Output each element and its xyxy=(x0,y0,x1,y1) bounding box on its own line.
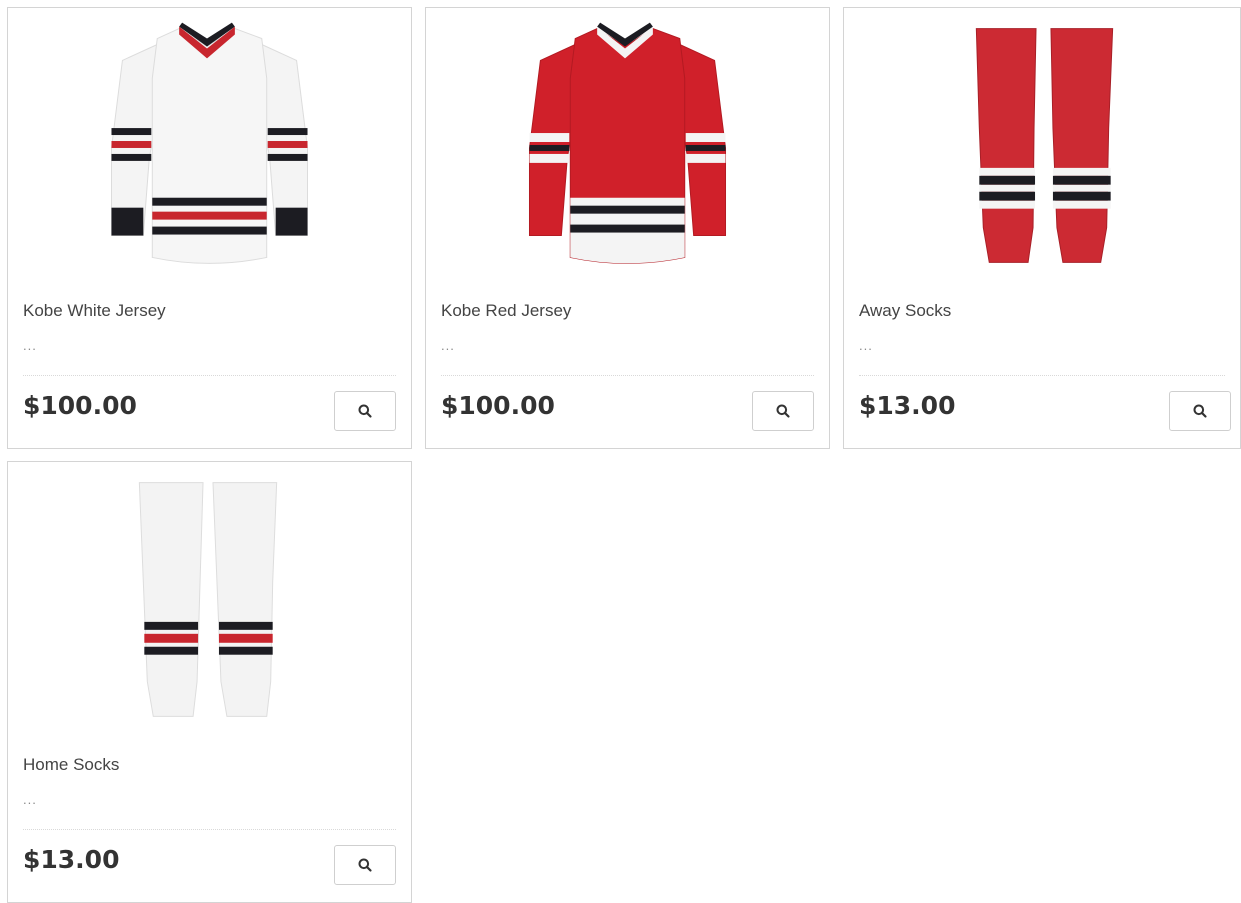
product-description: ... xyxy=(859,338,873,353)
quick-view-button[interactable] xyxy=(752,391,814,431)
product-name[interactable]: Away Socks xyxy=(859,301,951,321)
divider xyxy=(441,375,814,376)
product-description: ... xyxy=(441,338,455,353)
quick-view-button[interactable] xyxy=(1169,391,1231,431)
quick-view-button[interactable] xyxy=(334,845,396,885)
product-image[interactable] xyxy=(8,462,411,732)
product-name[interactable]: Kobe White Jersey xyxy=(23,301,166,321)
product-image[interactable] xyxy=(844,8,1240,278)
divider xyxy=(23,829,396,830)
product-card: Kobe White Jersey ... $100.00 xyxy=(7,7,412,449)
product-price: $100.00 xyxy=(441,391,555,420)
quick-view-button[interactable] xyxy=(334,391,396,431)
product-description: ... xyxy=(23,792,37,807)
product-price: $100.00 xyxy=(23,391,137,420)
red-hockey-socks-icon xyxy=(975,28,1114,263)
product-price: $13.00 xyxy=(23,845,120,874)
product-card: Kobe Red Jersey ... $100.00 xyxy=(425,7,830,449)
product-price: $13.00 xyxy=(859,391,956,420)
search-icon xyxy=(358,858,372,872)
product-description: ... xyxy=(23,338,37,353)
search-icon xyxy=(1193,404,1207,418)
divider xyxy=(859,375,1225,376)
red-hockey-jersey-icon xyxy=(528,22,727,264)
white-hockey-jersey-icon xyxy=(110,22,309,264)
search-icon xyxy=(358,404,372,418)
search-icon xyxy=(776,404,790,418)
white-hockey-socks-icon xyxy=(138,482,278,717)
product-card: Away Socks ... $13.00 xyxy=(843,7,1241,449)
divider xyxy=(23,375,396,376)
product-name[interactable]: Kobe Red Jersey xyxy=(441,301,571,321)
product-name[interactable]: Home Socks xyxy=(23,755,119,775)
product-card: Home Socks ... $13.00 xyxy=(7,461,412,903)
product-image[interactable] xyxy=(426,8,829,278)
product-image[interactable] xyxy=(8,8,411,278)
